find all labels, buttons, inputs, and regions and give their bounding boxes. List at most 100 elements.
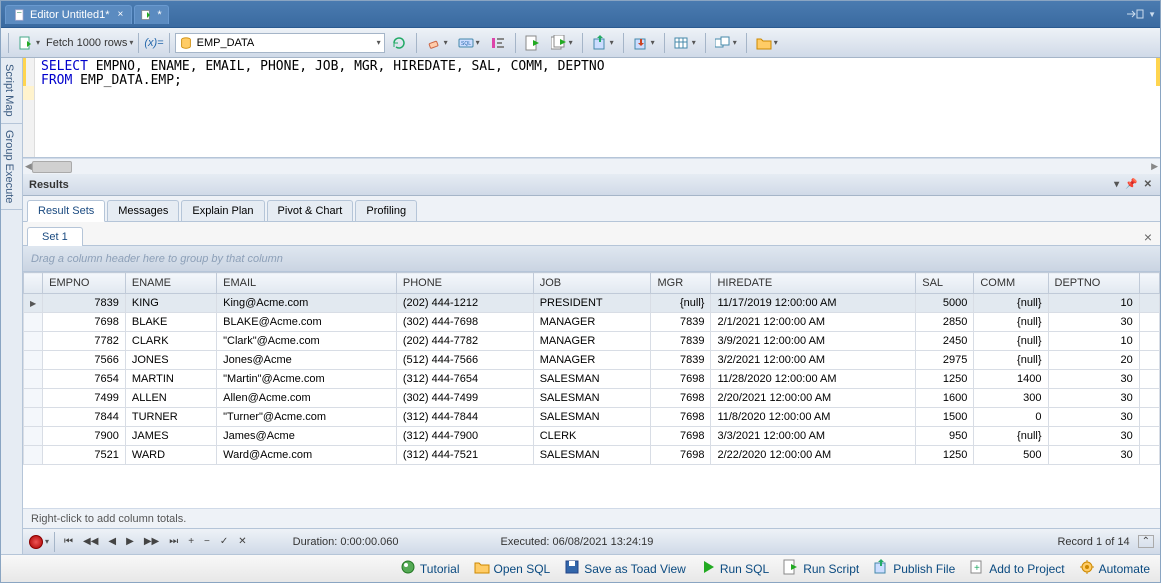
tab-close-icon[interactable]: ×	[114, 9, 124, 20]
content: SELECT EMPNO, ENAME, EMAIL, PHONE, JOB, …	[23, 58, 1160, 554]
results-close-icon[interactable]: ✕	[1142, 179, 1154, 190]
nav-cancel-button[interactable]: ✕	[234, 534, 250, 549]
action-save[interactable]: Save as Toad View	[564, 559, 686, 578]
editor-hscroll[interactable]: ◀▶	[23, 158, 1160, 174]
results-pin-icon[interactable]: 📌	[1123, 179, 1139, 190]
table-row[interactable]: 7844TURNER"Turner"@Acme.com(312) 444-784…	[24, 408, 1160, 427]
run-sql-button[interactable]	[521, 32, 545, 54]
bottom-action-bar: Tutorial Open SQL Save as Toad View Run SQL…	[1, 554, 1160, 582]
import-button[interactable]: ▾	[629, 32, 659, 54]
title-dropdown-icon[interactable]: ▼	[1148, 10, 1156, 19]
table-row[interactable]: 7566JONESJones@Acme(512) 444-7566MANAGER…	[24, 351, 1160, 370]
collapse-icon[interactable]: ⌃	[1138, 535, 1154, 548]
secondary-tab-label: *	[157, 9, 161, 21]
duration-label: Duration: 0:00:00.060	[293, 536, 399, 548]
set-close-icon[interactable]: ×	[1136, 229, 1160, 245]
sql-recall-button[interactable]: SQL▾	[454, 32, 484, 54]
col-ename[interactable]: ENAME	[125, 273, 216, 294]
clear-button[interactable]: ▾	[422, 32, 452, 54]
tab-pivot[interactable]: Pivot & Chart	[267, 200, 354, 221]
action-run[interactable]: Run SQL	[700, 559, 769, 578]
group-hint: Drag a column header here to group by th…	[31, 253, 283, 265]
data-grid[interactable]: EMPNOENAMEEMAILPHONEJOBMGRHIREDATESALCOM…	[23, 272, 1160, 508]
action-tutorial[interactable]: Tutorial	[400, 559, 460, 578]
nav-nextpage-button[interactable]: ▶▶	[140, 534, 163, 549]
rail-tab-scriptmap[interactable]: Script Map	[1, 58, 22, 124]
new-script-icon	[18, 35, 34, 51]
code-area[interactable]: SELECT EMPNO, ENAME, EMAIL, PHONE, JOB, …	[35, 58, 1160, 157]
col-comm[interactable]: COMM	[974, 273, 1048, 294]
redock-icon[interactable]	[1126, 8, 1144, 20]
col-email[interactable]: EMAIL	[217, 273, 397, 294]
run-script-button[interactable]: ▾	[547, 32, 577, 54]
publish-icon	[873, 559, 889, 578]
col-sal[interactable]: SAL	[916, 273, 974, 294]
sql-editor[interactable]: SELECT EMPNO, ENAME, EMAIL, PHONE, JOB, …	[23, 58, 1160, 158]
database-dropdown-icon[interactable]: ▾	[373, 38, 381, 47]
format-button[interactable]	[486, 32, 510, 54]
new-script-button[interactable]: ▾	[14, 32, 44, 54]
action-label: Save as Toad View	[584, 562, 686, 576]
tab-messages[interactable]: Messages	[107, 200, 179, 221]
record-indicator-icon[interactable]	[29, 535, 43, 549]
action-label: Add to Project	[989, 562, 1064, 576]
table-row[interactable]: 7900JAMESJames@Acme(312) 444-7900CLERK76…	[24, 427, 1160, 446]
nav-remove-button[interactable]: −	[200, 534, 214, 549]
nav-first-button[interactable]: ⏮	[60, 534, 77, 549]
action-open[interactable]: Open SQL	[474, 559, 551, 578]
table-row[interactable]: 7839KINGKing@Acme.com(202) 444-1212PRESI…	[24, 294, 1160, 313]
table-row[interactable]: 7521WARDWard@Acme.com(312) 444-7521SALES…	[24, 446, 1160, 465]
result-set-tabs: Set 1 ×	[23, 222, 1160, 246]
action-runscript[interactable]: Run Script	[783, 559, 859, 578]
results-tabs: Result Sets Messages Explain Plan Pivot …	[23, 196, 1160, 222]
nav-prevpage-button[interactable]: ◀◀	[79, 534, 102, 549]
col-phone[interactable]: PHONE	[396, 273, 533, 294]
action-label: Run Script	[803, 562, 859, 576]
editor-tab[interactable]: Editor Untitled1* ×	[5, 5, 132, 24]
nav-last-button[interactable]: ⏭	[165, 534, 182, 549]
tab-explain[interactable]: Explain Plan	[181, 200, 264, 221]
table-row[interactable]: 7654MARTIN"Martin"@Acme.com(312) 444-765…	[24, 370, 1160, 389]
secondary-tab[interactable]: *	[134, 5, 168, 24]
folder-button[interactable]: ▾	[752, 32, 782, 54]
tab-resultsets[interactable]: Result Sets	[27, 200, 105, 222]
rail-tab-groupexec[interactable]: Group Execute	[1, 124, 22, 210]
group-by-bar[interactable]: Drag a column header here to group by th…	[23, 246, 1160, 272]
table-row[interactable]: 7499ALLENAllen@Acme.com(302) 444-7499SAL…	[24, 389, 1160, 408]
record-dd-icon[interactable]: ▾	[45, 537, 49, 546]
play-icon	[525, 35, 541, 51]
nav-next-button[interactable]: ▶	[122, 534, 138, 549]
format-icon	[490, 35, 506, 51]
nav-commit-button[interactable]: ✓	[216, 534, 232, 549]
action-automate[interactable]: Automate	[1079, 559, 1150, 578]
grid-footer: Right-click to add column totals.	[23, 508, 1160, 528]
table-row[interactable]: 7782CLARK"Clark"@Acme.com(202) 444-7782M…	[24, 332, 1160, 351]
editor-gutter	[23, 58, 35, 157]
col-deptno[interactable]: DEPTNO	[1048, 273, 1139, 294]
database-combo[interactable]: ▾	[175, 33, 385, 53]
run-icon	[700, 559, 716, 578]
export-button[interactable]: ▾	[588, 32, 618, 54]
results-menu-icon[interactable]: ▾	[1112, 179, 1121, 190]
action-addproj[interactable]: + Add to Project	[969, 559, 1064, 578]
grid-button2[interactable]: ▾	[711, 32, 741, 54]
nav-prev-button[interactable]: ◀	[104, 534, 120, 549]
fetch-label[interactable]: Fetch 1000 rows	[46, 37, 127, 49]
refresh-db-button[interactable]	[387, 32, 411, 54]
automate-icon	[1079, 559, 1095, 578]
col-job[interactable]: JOB	[533, 273, 651, 294]
action-label: Open SQL	[494, 562, 551, 576]
col-hiredate[interactable]: HIREDATE	[711, 273, 916, 294]
table-row[interactable]: 7698BLAKEBLAKE@Acme.com(302) 444-7698MAN…	[24, 313, 1160, 332]
grid-button1[interactable]: ▾	[670, 32, 700, 54]
record-count: Record 1 of 14	[1057, 536, 1135, 548]
tab-profiling[interactable]: Profiling	[355, 200, 417, 221]
action-publish[interactable]: Publish File	[873, 559, 955, 578]
database-input[interactable]	[197, 37, 369, 49]
col-mgr[interactable]: MGR	[651, 273, 711, 294]
fetch-dropdown-icon[interactable]: ▾	[129, 38, 133, 47]
col-empno[interactable]: EMPNO	[43, 273, 126, 294]
nav-add-button[interactable]: +	[184, 534, 198, 549]
tab-set1[interactable]: Set 1	[27, 227, 83, 246]
addproj-icon: +	[969, 559, 985, 578]
